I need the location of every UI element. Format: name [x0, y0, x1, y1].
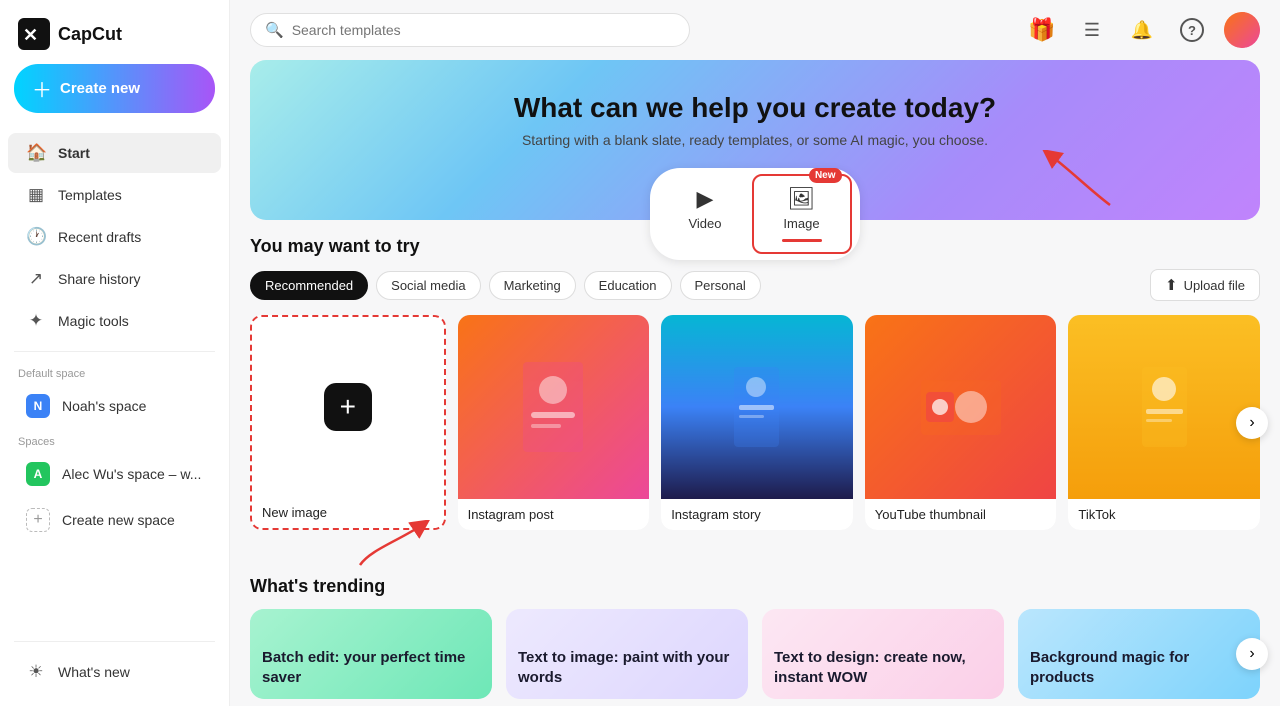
template-grid: + New image Instagram post	[250, 315, 1260, 530]
video-tab-icon: ▶	[697, 186, 714, 212]
yt-thumb-img	[865, 315, 1057, 499]
upload-file-button[interactable]: ⬆ Upload file	[1150, 269, 1260, 301]
alec-avatar: A	[26, 462, 50, 486]
trending-card-bg-magic[interactable]: Background magic for products	[1018, 609, 1260, 699]
template-card-new-image[interactable]: + New image	[250, 315, 446, 530]
trending-batch-title: Batch edit: your perfect time saver	[262, 648, 480, 687]
filter-social-media[interactable]: Social media	[376, 271, 480, 300]
plus-icon: ＋	[32, 74, 52, 103]
gift-icon: 🎁	[1028, 17, 1055, 43]
new-image-plus-icon: +	[324, 383, 372, 431]
trending-text-design-title: Text to design: create now, instant WOW	[774, 648, 992, 687]
nav-items: 🏠 Start ▦ Templates 🕐 Recent drafts ↗ Sh…	[0, 127, 229, 623]
main-header: 🔍 🎁 ☰ 🔔 ?	[230, 0, 1280, 60]
clock-icon: 🕐	[26, 227, 46, 247]
tiktok-img	[1068, 315, 1260, 499]
sidebar-item-whats-new[interactable]: ☀ What's new	[8, 652, 221, 692]
template-card-tiktok[interactable]: TikTok	[1068, 315, 1260, 530]
spaces-label: Spaces	[0, 430, 229, 450]
ig-post-label: Instagram post	[458, 499, 650, 530]
tab-video[interactable]: ▶ Video	[658, 174, 751, 254]
template-card-ig-post[interactable]: Instagram post	[458, 315, 650, 530]
templates-icon: ▦	[26, 185, 46, 205]
search-input[interactable]	[292, 22, 675, 38]
ig-story-label: Instagram story	[661, 499, 853, 530]
magic-icon: ✦	[26, 311, 46, 331]
template-grid-next-button[interactable]: ›	[1236, 407, 1268, 439]
main-content: 🔍 🎁 ☰ 🔔 ? What can we help you create to…	[230, 0, 1280, 706]
menu-icon: ☰	[1084, 20, 1100, 41]
image-tab-label: Image	[783, 216, 819, 231]
trending-card-batch-edit[interactable]: Batch edit: your perfect time saver	[250, 609, 492, 699]
sidebar-item-create-space[interactable]: + Create new space	[8, 498, 221, 542]
help-icon: ?	[1180, 18, 1204, 42]
trending-grid: Batch edit: your perfect time saver Text…	[250, 609, 1260, 699]
search-bar[interactable]: 🔍	[250, 13, 690, 47]
home-icon: 🏠	[26, 143, 46, 163]
hero-tabs: ▶ Video New 🖼 Image	[650, 168, 859, 260]
trending-text-image-title: Text to image: paint with your words	[518, 648, 736, 687]
new-image-card-bg: +	[252, 317, 444, 497]
create-space-icon: +	[26, 508, 50, 532]
svg-text:✕: ✕	[23, 25, 38, 45]
sidebar-item-share-history[interactable]: ↗ Share history	[8, 259, 221, 299]
image-tab-icon: 🖼	[788, 186, 816, 212]
video-tab-label: Video	[688, 216, 721, 231]
help-button[interactable]: ?	[1174, 12, 1210, 48]
tiktok-label: TikTok	[1068, 499, 1260, 530]
trending-bg-magic-title: Background magic for products	[1030, 648, 1248, 687]
trending-next-button[interactable]: ›	[1236, 638, 1268, 670]
template-card-ig-story[interactable]: Instagram story	[661, 315, 853, 530]
trending-card-text-to-design[interactable]: Text to design: create now, instant WOW	[762, 609, 1004, 699]
bottom-divider	[14, 641, 215, 642]
bell-button[interactable]: 🔔	[1124, 12, 1160, 48]
logo: ✕ CapCut	[0, 0, 229, 64]
hero-banner: What can we help you create today? Start…	[250, 60, 1260, 220]
sidebar-item-noah-space[interactable]: N Noah's space	[8, 384, 221, 428]
filter-education[interactable]: Education	[584, 271, 672, 300]
ig-post-img	[458, 315, 650, 499]
noah-avatar: N	[26, 394, 50, 418]
sidebar-item-recent-drafts[interactable]: 🕐 Recent drafts	[8, 217, 221, 257]
sidebar-item-magic-tools[interactable]: ✦ Magic tools	[8, 301, 221, 341]
sidebar-item-start[interactable]: 🏠 Start	[8, 133, 221, 173]
active-tab-underline	[782, 239, 822, 242]
search-icon: 🔍	[265, 21, 284, 39]
new-badge: New	[809, 168, 842, 183]
gift-button[interactable]: 🎁	[1024, 12, 1060, 48]
new-image-label: New image	[252, 497, 444, 528]
share-icon: ↗	[26, 269, 46, 289]
filter-tabs: Recommended Social media Marketing Educa…	[250, 269, 1260, 301]
default-space-label: Default space	[0, 362, 229, 382]
hero-title: What can we help you create today?	[270, 92, 1240, 124]
trending-section: What's trending Batch edit: your perfect…	[230, 576, 1280, 699]
capcut-logo-icon: ✕	[18, 18, 50, 50]
create-new-button[interactable]: ＋ Create new	[14, 64, 215, 113]
upload-icon: ⬆	[1165, 276, 1178, 294]
yt-thumb-label: YouTube thumbnail	[865, 499, 1057, 530]
you-may-want-section: You may want to try Recommended Social m…	[230, 236, 1280, 530]
red-arrow-to-image	[1040, 150, 1120, 210]
trending-card-text-to-image[interactable]: Text to image: paint with your words	[506, 609, 748, 699]
sidebar-item-alec-space[interactable]: A Alec Wu's space – w...	[8, 452, 221, 496]
logo-text: CapCut	[58, 24, 122, 45]
sidebar: ✕ CapCut ＋ Create new 🏠 Start ▦ Template…	[0, 0, 230, 706]
user-avatar[interactable]	[1224, 12, 1260, 48]
sun-icon: ☀	[26, 662, 46, 682]
filter-marketing[interactable]: Marketing	[489, 271, 576, 300]
filter-personal[interactable]: Personal	[680, 271, 761, 300]
ig-story-img	[661, 315, 853, 499]
divider	[14, 351, 215, 352]
bell-icon: 🔔	[1131, 20, 1153, 41]
sidebar-item-templates[interactable]: ▦ Templates	[8, 175, 221, 215]
template-card-yt-thumb[interactable]: YouTube thumbnail	[865, 315, 1057, 530]
sidebar-bottom: ☀ What's new	[0, 623, 229, 706]
menu-button[interactable]: ☰	[1074, 12, 1110, 48]
tab-image[interactable]: New 🖼 Image	[752, 174, 852, 254]
header-icons: 🎁 ☰ 🔔 ?	[1024, 12, 1260, 48]
section-title-trending: What's trending	[250, 576, 1260, 597]
filter-recommended[interactable]: Recommended	[250, 271, 368, 300]
hero-subtitle: Starting with a blank slate, ready templ…	[270, 132, 1240, 148]
